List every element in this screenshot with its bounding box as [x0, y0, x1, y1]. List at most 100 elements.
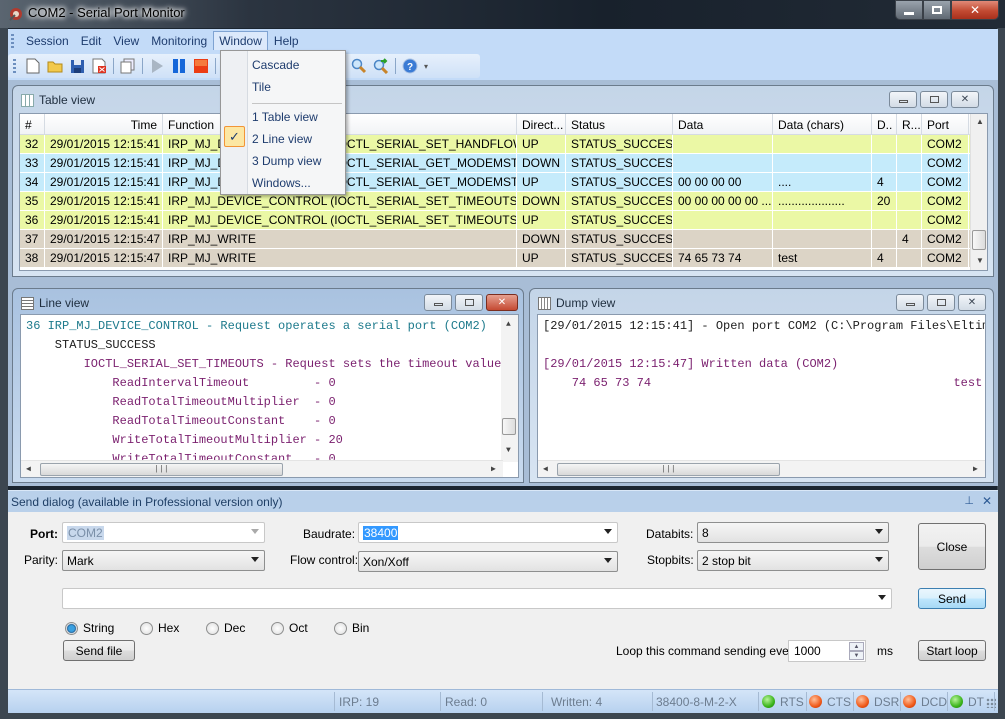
- line-view-horizontal-scrollbar[interactable]: ◀ ||| ▶: [21, 460, 503, 477]
- menu-item-dump-view[interactable]: 3 Dump view: [252, 154, 321, 168]
- new-session-icon[interactable]: [22, 56, 44, 76]
- toolbar-grip[interactable]: [13, 59, 16, 73]
- format-radio-hex[interactable]: Hex: [140, 621, 179, 635]
- scroll-thumb[interactable]: |||: [40, 463, 283, 476]
- help-icon[interactable]: ?: [399, 56, 421, 76]
- menu-item-cascade[interactable]: Cascade: [252, 58, 299, 72]
- scroll-down-arrow[interactable]: ▼: [976, 256, 984, 265]
- close-icon[interactable]: ✕: [982, 494, 992, 508]
- format-radio-bin[interactable]: Bin: [334, 621, 369, 635]
- col-header-port[interactable]: Port: [922, 114, 969, 134]
- minimize-icon: [898, 100, 908, 103]
- table-row[interactable]: 3429/01/2015 12:15:41IRP_MJ_DEVICE_CONTR…: [20, 173, 987, 192]
- stopbits-select[interactable]: 2 stop bit: [697, 550, 889, 571]
- format-label: Oct: [289, 621, 308, 635]
- close-session-icon[interactable]: [88, 56, 110, 76]
- port-select[interactable]: COM2: [62, 522, 265, 543]
- col-header-time[interactable]: Time: [45, 114, 163, 134]
- menu-session[interactable]: Session: [20, 31, 75, 51]
- scroll-up-arrow[interactable]: ▲: [976, 117, 984, 126]
- menu-window[interactable]: Window: [213, 31, 268, 50]
- col-header-data-chars[interactable]: Data (chars): [773, 114, 872, 134]
- scroll-thumb[interactable]: |||: [557, 463, 780, 476]
- col-header-status[interactable]: Status: [566, 114, 673, 134]
- col-header-num[interactable]: #: [20, 114, 45, 134]
- dump-view-minimize-button[interactable]: [896, 294, 924, 311]
- table-view-close-button[interactable]: ✕: [951, 91, 979, 108]
- line-view-restore-button[interactable]: [455, 294, 483, 311]
- dump-view-restore-button[interactable]: [927, 294, 955, 311]
- scroll-right-arrow[interactable]: ▶: [491, 464, 496, 474]
- table-row[interactable]: 35 29/01/2015 12:15:41 IRP_MJ_DEVICE_CONTR…: [20, 192, 987, 211]
- line-view-minimize-button[interactable]: [424, 294, 452, 311]
- menu-item-tile[interactable]: Tile: [252, 80, 271, 94]
- table-row[interactable]: 37 29/01/2015 12:15:47 IRP_MJ_WRITE DOWN STA…: [20, 230, 987, 249]
- maximize-button[interactable]: [923, 0, 951, 20]
- table-row[interactable]: 38 29/01/2015 12:15:47 IRP_MJ_WRITE UP STATU…: [20, 249, 987, 268]
- line-view-content[interactable]: 36 IRP_MJ_DEVICE_CONTROL - Request opera…: [20, 314, 519, 478]
- col-header-r[interactable]: R...: [897, 114, 922, 134]
- dump-view-horizontal-scrollbar[interactable]: ◀ ||| ▶: [538, 460, 985, 477]
- table-row[interactable]: 3329/01/2015 12:15:41IRP_MJ_DEVICE_CONTR…: [20, 154, 987, 173]
- copy-icon[interactable]: [117, 56, 139, 76]
- find-icon[interactable]: [348, 56, 370, 76]
- col-header-d[interactable]: D..: [872, 114, 897, 134]
- spin-down-button[interactable]: ▼: [849, 651, 864, 660]
- stop-icon[interactable]: [190, 56, 212, 76]
- col-header-direction[interactable]: Direct...: [517, 114, 566, 134]
- menu-item-windows[interactable]: Windows...: [252, 176, 311, 190]
- save-icon[interactable]: [66, 56, 88, 76]
- flow-control-select[interactable]: Xon/Xoff: [358, 551, 618, 572]
- scroll-up-arrow[interactable]: ▲: [506, 320, 511, 329]
- scroll-left-arrow[interactable]: ◀: [543, 464, 548, 474]
- table-view-minimize-button[interactable]: [889, 91, 917, 108]
- parity-select[interactable]: Mark: [62, 550, 265, 571]
- open-icon[interactable]: [44, 56, 66, 76]
- resize-grip-icon[interactable]: [986, 698, 996, 708]
- dump-view-window: Dump view ✕ [29/01/2015 12:15:41] - Open…: [529, 288, 994, 483]
- table-row[interactable]: 36 29/01/2015 12:15:41 IRP_MJ_DEVICE_CONTR…: [20, 211, 987, 230]
- send-file-button[interactable]: Send file: [63, 640, 135, 661]
- menu-view[interactable]: View: [107, 31, 145, 51]
- minimize-button[interactable]: [895, 0, 923, 20]
- menu-item-line-view[interactable]: 2 Line view: [252, 132, 312, 146]
- menu-help[interactable]: Help: [268, 31, 305, 51]
- send-button[interactable]: Send: [918, 588, 986, 609]
- databits-select[interactable]: 8: [697, 522, 889, 543]
- pause-icon[interactable]: [168, 56, 190, 76]
- find-next-icon[interactable]: [370, 56, 392, 76]
- dump-view-close-button[interactable]: ✕: [958, 294, 986, 311]
- menubar-grip[interactable]: [11, 33, 14, 48]
- scroll-thumb[interactable]: [972, 230, 986, 250]
- menu-item-table-view[interactable]: 1 Table view: [252, 110, 318, 124]
- text-line: 74 65 73 74 test: [543, 376, 983, 390]
- line-view-close-button[interactable]: ✕: [486, 294, 518, 311]
- baudrate-select[interactable]: 38400: [358, 522, 618, 543]
- spin-up-button[interactable]: ▲: [849, 642, 864, 651]
- command-input[interactable]: [62, 588, 892, 609]
- format-radio-oct[interactable]: Oct: [271, 621, 308, 635]
- close-window-button[interactable]: ✕: [951, 0, 999, 20]
- format-radio-dec[interactable]: Dec: [206, 621, 245, 635]
- menu-edit[interactable]: Edit: [75, 31, 108, 51]
- close-button[interactable]: Close: [918, 523, 986, 570]
- table-row[interactable]: 3229/01/2015 12:15:41IRP_MJ_DEVICE_CONTR…: [20, 135, 987, 154]
- col-header-data[interactable]: Data: [673, 114, 773, 134]
- cell-time: 29/01/2015 12:15:41: [45, 211, 163, 229]
- line-view-vertical-scrollbar[interactable]: ▲ ▼: [501, 315, 518, 462]
- menu-monitoring[interactable]: Monitoring: [145, 31, 213, 51]
- dump-view-content[interactable]: [29/01/2015 12:15:41] - Open port COM2 (…: [537, 314, 986, 478]
- start-loop-button[interactable]: Start loop: [918, 640, 986, 661]
- pin-icon[interactable]: ⊥: [964, 494, 974, 507]
- loop-interval-input[interactable]: 1000 ▲ ▼: [788, 640, 866, 662]
- start-icon[interactable]: [146, 56, 168, 76]
- scroll-down-arrow[interactable]: ▼: [506, 446, 511, 455]
- help-dropdown-icon[interactable]: ▾: [421, 56, 431, 76]
- cell-port: COM2: [922, 211, 969, 229]
- scroll-right-arrow[interactable]: ▶: [973, 464, 978, 474]
- scroll-thumb[interactable]: [502, 418, 516, 435]
- table-view-restore-button[interactable]: [920, 91, 948, 108]
- format-radio-string[interactable]: String: [65, 621, 114, 635]
- table-vertical-scrollbar[interactable]: ▲ ▼: [970, 114, 987, 270]
- scroll-left-arrow[interactable]: ◀: [26, 464, 31, 474]
